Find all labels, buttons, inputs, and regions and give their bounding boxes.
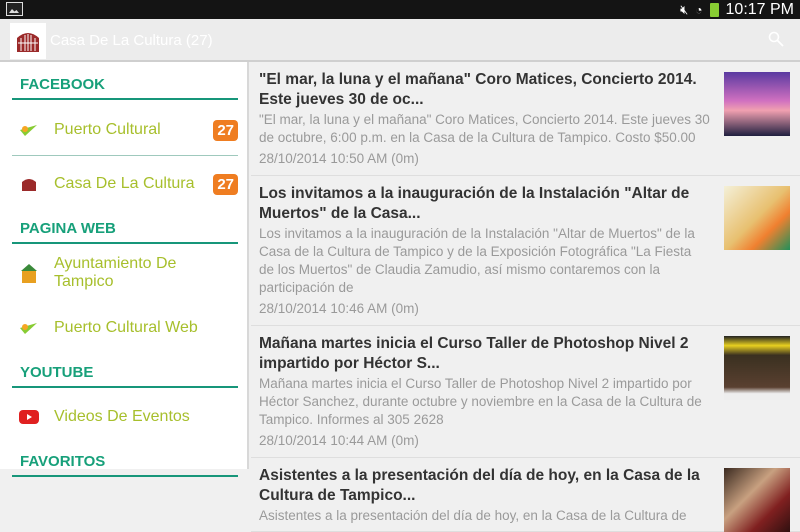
post-title: Mañana martes inicia el Curso Taller de … [259,335,689,372]
section-favoritos: FAVORITOS [12,439,238,477]
wifi-icon: ◔ [695,2,703,17]
status-bar: 🔇︎ ◔ 10:17 PM [0,0,800,19]
sidebar-item-puerto-cultural-web[interactable]: Puerto Cultural Web [12,301,238,355]
post-description: "El mar, la luna y el mañana" Coro Matic… [259,112,710,145]
post-list[interactable]: "El mar, la luna y el mañana" Coro Matic… [251,62,800,532]
item-label: Puerto Cultural Web [54,319,198,336]
sidebar-item-casa-de-la-cultura[interactable]: Casa De La Cultura 27 [12,157,238,211]
ayuntamiento-icon [18,262,40,284]
puerto-cultural-icon [18,317,40,339]
action-bar: Casa De La Cultura (27) [0,19,800,62]
post-timestamp: 28/10/2014 10:46 AM (0m) [259,301,419,316]
post-title: Asistentes a la presentación del día de … [259,467,700,504]
post-thumbnail[interactable] [724,72,790,136]
app-title: Casa De La Cultura (27) [50,32,213,49]
status-time: 10:17 PM [725,0,794,18]
post-thumbnail[interactable] [724,186,790,250]
post-item[interactable]: Los invitamos a la inauguración de la In… [251,176,800,326]
section-youtube: YOUTUBE [12,350,238,388]
count-badge: 27 [213,173,238,195]
item-label: Casa De La Cultura [54,175,195,192]
section-facebook: FACEBOOK [12,62,238,100]
item-label: Videos De Eventos [54,408,190,425]
battery-icon [709,2,719,17]
item-label: Puerto Cultural [54,121,161,138]
post-description: Los invitamos a la inauguración de la In… [259,226,695,295]
item-label: Ayuntamiento De Tampico [54,255,177,290]
post-item[interactable]: "El mar, la luna y el mañana" Coro Matic… [251,62,800,176]
post-timestamp: 28/10/2014 10:50 AM (0m) [259,151,419,166]
casa-logo-icon[interactable] [10,23,46,59]
mute-icon: 🔇︎ [680,1,689,17]
post-timestamp: 28/10/2014 10:44 AM (0m) [259,433,419,448]
sidebar-item-videos-de-eventos[interactable]: Videos De Eventos [12,390,238,444]
divider [12,155,238,156]
post-description: Asistentes a la presentación del día de … [259,508,687,523]
post-title: "El mar, la luna y el mañana" Coro Matic… [259,71,697,108]
search-icon[interactable] [768,31,784,47]
gallery-icon [6,2,23,16]
sidebar: FACEBOOK Puerto Cultural 27 Casa De La C… [0,62,249,477]
post-thumbnail[interactable] [724,336,790,400]
sidebar-item-puerto-cultural[interactable]: Puerto Cultural 27 [12,103,238,157]
post-title: Los invitamos a la inauguración de la In… [259,185,690,222]
casa-icon [18,173,40,195]
section-pagina-web: PAGINA WEB [12,206,238,244]
count-badge: 27 [213,119,238,141]
post-description: Mañana martes inicia el Curso Taller de … [259,376,702,427]
youtube-icon [18,406,40,428]
puerto-cultural-icon [18,119,40,141]
post-item[interactable]: Asistentes a la presentación del día de … [251,458,800,532]
sidebar-item-ayuntamiento[interactable]: Ayuntamiento De Tampico [12,246,238,300]
post-thumbnail[interactable] [724,468,790,532]
post-item[interactable]: Mañana martes inicia el Curso Taller de … [251,326,800,458]
